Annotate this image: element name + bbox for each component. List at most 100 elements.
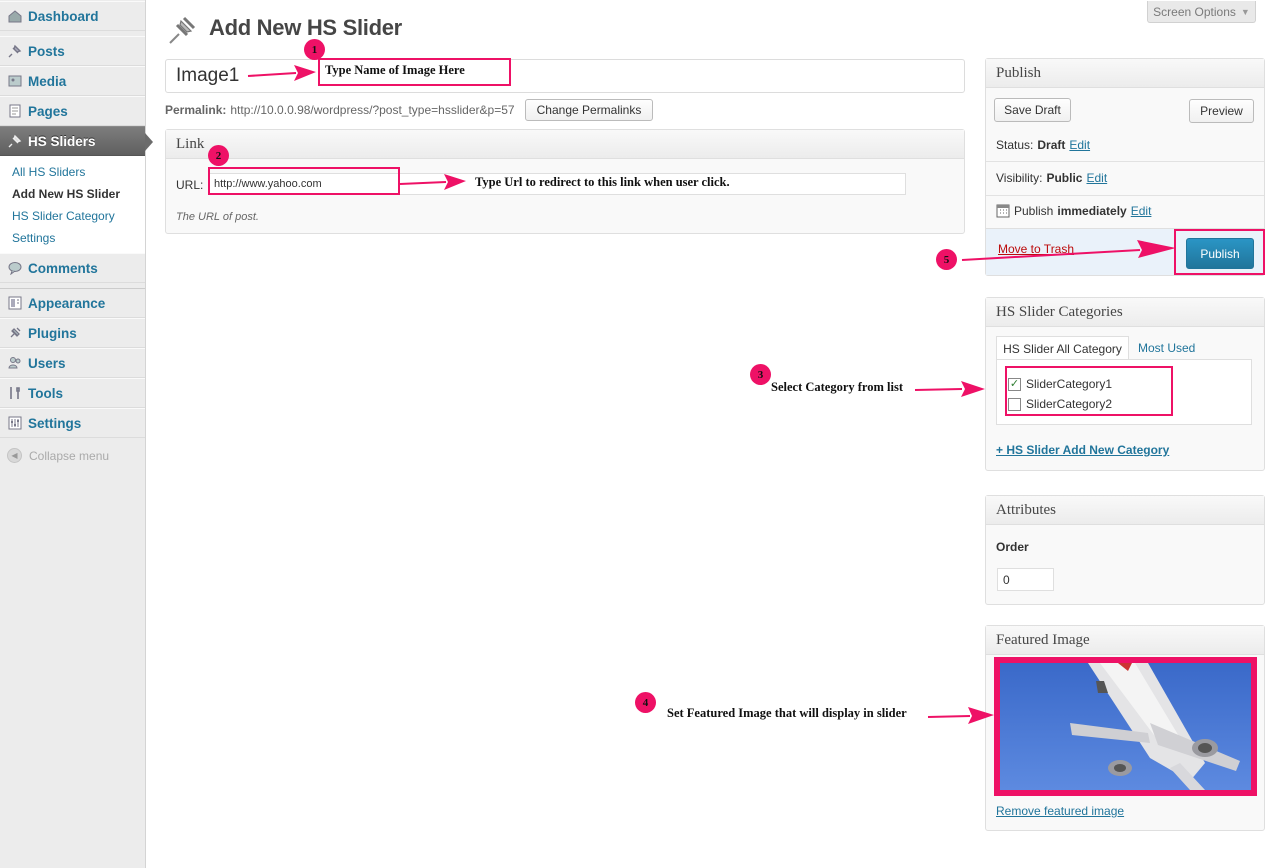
status-label: Status: [996,138,1034,152]
categories-metabox-title[interactable]: HS Slider Categories [986,298,1264,327]
menu-users[interactable]: Users [0,348,145,378]
tab-most-used[interactable]: Most Used [1138,341,1195,355]
featured-image-metabox-title[interactable]: Featured Image [986,626,1264,655]
menu-dashboard[interactable]: Dashboard [0,1,145,31]
menu-comments[interactable]: Comments [0,253,145,283]
attributes-metabox: Attributes Order 0 [985,495,1265,605]
save-draft-button[interactable]: Save Draft [994,98,1071,122]
status-row: Status: Draft Edit [996,138,1090,152]
publish-metabox-title[interactable]: Publish [986,59,1264,88]
calendar-icon [996,203,1010,218]
page-title: Add New HS Slider [209,15,402,40]
menu-label: Users [28,355,66,371]
appearance-icon [7,295,23,311]
schedule-row: Publish immediately Edit [996,203,1151,218]
current-menu-arrow [145,133,153,151]
airplane-image [1000,663,1251,790]
menu-tools[interactable]: Tools [0,378,145,408]
tab-all-categories[interactable]: HS Slider All Category [996,336,1129,360]
annotation-number-1: 1 [304,39,325,60]
visibility-row: Visibility: Public Edit [996,171,1107,185]
pages-icon [7,103,23,119]
annotation-box-3 [1005,366,1173,416]
change-permalinks-button[interactable]: Change Permalinks [525,99,653,121]
collapse-arrow-icon: ◀ [7,448,22,463]
menu-label: HS Sliders [28,133,96,149]
annotation-box-5 [1174,229,1265,275]
annotation-text-3: Select Category from list [771,380,904,394]
hs-sliders-submenu: All HS Sliders Add New HS Slider HS Slid… [0,156,145,254]
chevron-down-icon: ▼ [1240,6,1250,17]
menu-label: Comments [28,260,98,276]
remove-featured-image-link[interactable]: Remove featured image [996,804,1124,818]
comments-icon [7,260,23,276]
url-help-text: The URL of post. [176,211,259,223]
post-title-value: Image1 [176,65,240,86]
menu-label: Plugins [28,325,77,341]
visibility-edit-link[interactable]: Edit [1086,171,1107,185]
attributes-metabox-title[interactable]: Attributes [986,496,1264,525]
menu-label: Dashboard [28,8,99,24]
menu-hs-sliders[interactable]: HS Sliders [0,126,153,156]
admin-sidebar: Dashboard Posts Media Pages HS Sliders A… [0,0,153,868]
menu-label: Pages [28,103,68,119]
publish-label: Publish [1014,203,1054,218]
status-value: Draft [1037,138,1066,152]
settings-icon [7,415,23,431]
dashboard-icon [7,8,23,24]
annotation-number-2: 2 [208,145,229,166]
visibility-value: Public [1046,171,1083,185]
preview-button[interactable]: Preview [1189,99,1254,123]
menu-media[interactable]: Media [0,66,145,96]
schedule-edit-link[interactable]: Edit [1131,204,1152,218]
submenu-add-new[interactable]: Add New HS Slider [12,187,120,201]
menu-settings[interactable]: Settings [0,408,145,438]
screen-options-button[interactable]: Screen Options ▼ [1147,1,1256,23]
menu-pages[interactable]: Pages [0,96,145,126]
menu-label: Media [28,73,67,89]
annotation-number-5: 5 [936,249,957,270]
permalink-label: Permalink: [165,103,227,117]
plugins-icon [7,325,23,341]
menu-posts[interactable]: Posts [0,36,145,66]
pin-icon [7,133,23,149]
move-to-trash-link[interactable]: Move to Trash [998,242,1074,256]
publish-value: immediately [1057,203,1127,218]
menu-plugins[interactable]: Plugins [0,318,145,348]
divider [986,195,1264,196]
featured-image-metabox: Featured Image Remove featured image [985,625,1265,831]
visibility-label: Visibility: [996,171,1043,185]
submenu-all-hs-sliders[interactable]: All HS Sliders [12,165,85,179]
menu-label: Tools [28,385,63,401]
menu-label: Appearance [28,295,106,311]
annotation-text-1: Type Name of Image Here [325,63,465,77]
order-label: Order [996,540,1029,554]
pin-icon [7,43,23,59]
annotation-box-2 [208,167,400,195]
submenu-settings[interactable]: Settings [12,231,55,245]
link-metabox-title[interactable]: Link [166,130,964,159]
order-input[interactable]: 0 [997,568,1054,591]
submenu-category[interactable]: HS Slider Category [12,209,115,223]
annotation-text-2: Type Url to redirect to this link when u… [475,175,730,189]
permalink-url[interactable]: http://10.0.0.98/wordpress/?post_type=hs… [230,103,514,117]
collapse-menu[interactable]: ◀ Collapse menu [7,448,109,463]
pushpin-icon [166,14,198,46]
featured-image-thumbnail[interactable] [994,657,1257,796]
menu-label: Posts [28,43,65,59]
annotation-number-3: 3 [750,364,771,385]
url-label: URL: [176,178,204,192]
menu-label: Settings [28,415,82,431]
add-new-category-link[interactable]: + HS Slider Add New Category [996,443,1169,457]
permalink-row: Permalink: http://10.0.0.98/wordpress/?p… [165,103,515,117]
annotation-text-4: Set Featured Image that will display in … [667,706,907,720]
divider [986,161,1264,162]
screen-options-label: Screen Options [1153,4,1236,19]
media-icon [7,73,23,89]
users-icon [7,355,23,371]
tools-icon [7,385,23,401]
post-title-input[interactable]: Image1 [165,59,965,93]
status-edit-link[interactable]: Edit [1069,138,1090,152]
annotation-number-4: 4 [635,692,656,713]
menu-appearance[interactable]: Appearance [0,288,145,318]
